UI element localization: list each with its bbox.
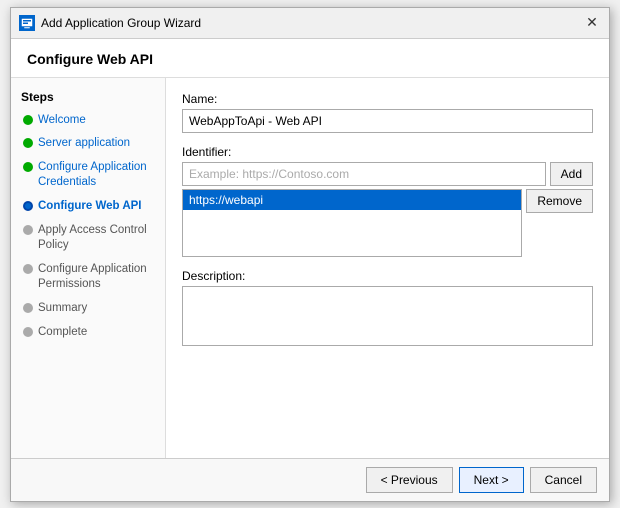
title-text: Add Application Group Wizard (41, 16, 201, 30)
identifier-list-container: https://webapi Remove (182, 189, 593, 257)
description-field-group: Description: (182, 269, 593, 349)
title-bar-left: Add Application Group Wizard (19, 15, 201, 31)
identifier-section: Identifier: Add https://webapi Remove (182, 145, 593, 257)
dialog-footer: < Previous Next > Cancel (11, 458, 609, 501)
step-label-access: Apply Access Control Policy (38, 223, 153, 253)
step-dot-credentials (23, 162, 33, 172)
identifier-input[interactable] (182, 162, 546, 186)
step-dot-webapi (23, 201, 33, 211)
identifier-label: Identifier: (182, 145, 593, 159)
step-dot-access (23, 225, 33, 235)
step-dot-permissions (23, 264, 33, 274)
sidebar-item-configure-credentials[interactable]: Configure Application Credentials (21, 159, 155, 191)
step-dot-summary (23, 303, 33, 313)
next-button[interactable]: Next > (459, 467, 524, 493)
previous-button[interactable]: < Previous (366, 467, 453, 493)
sidebar-item-complete[interactable]: Complete (21, 324, 155, 341)
step-label-credentials: Configure Application Credentials (38, 160, 153, 190)
steps-label: Steps (21, 90, 155, 104)
sidebar-item-welcome[interactable]: Welcome (21, 112, 155, 129)
identifier-list-item[interactable]: https://webapi (183, 190, 521, 210)
name-input[interactable] (182, 109, 593, 133)
page-header: Configure Web API (11, 39, 609, 78)
step-label-webapi: Configure Web API (38, 199, 142, 214)
page-title: Configure Web API (27, 51, 593, 67)
name-label: Name: (182, 92, 593, 106)
sidebar-item-configure-webapi[interactable]: Configure Web API (21, 198, 155, 215)
step-label-welcome: Welcome (38, 113, 86, 128)
step-dot-server (23, 138, 33, 148)
remove-button[interactable]: Remove (526, 189, 593, 213)
identifier-right-buttons: Remove (526, 189, 593, 213)
sidebar-item-access-control[interactable]: Apply Access Control Policy (21, 222, 155, 254)
step-label-complete: Complete (38, 325, 87, 340)
app-icon (19, 15, 35, 31)
sidebar-item-summary[interactable]: Summary (21, 300, 155, 317)
step-label-summary: Summary (38, 301, 87, 316)
description-input[interactable] (182, 286, 593, 346)
description-label: Description: (182, 269, 593, 283)
steps-panel: Steps Welcome Server application Configu… (11, 78, 166, 458)
content-panel: Name: Identifier: Add https://webapi Rem… (166, 78, 609, 458)
sidebar-item-app-permissions[interactable]: Configure Application Permissions (21, 261, 155, 293)
step-dot-complete (23, 327, 33, 337)
close-button[interactable]: ✕ (583, 14, 601, 32)
step-label-server: Server application (38, 136, 130, 151)
identifier-list[interactable]: https://webapi (182, 189, 522, 257)
dialog-body: Steps Welcome Server application Configu… (11, 78, 609, 458)
dialog-window: Add Application Group Wizard ✕ Configure… (10, 7, 610, 502)
add-button[interactable]: Add (550, 162, 593, 186)
cancel-button[interactable]: Cancel (530, 467, 597, 493)
identifier-input-row: Add (182, 162, 593, 186)
title-bar: Add Application Group Wizard ✕ (11, 8, 609, 39)
step-dot-welcome (23, 115, 33, 125)
sidebar-item-server-application[interactable]: Server application (21, 135, 155, 152)
name-field-group: Name: (182, 92, 593, 133)
step-label-permissions: Configure Application Permissions (38, 262, 153, 292)
